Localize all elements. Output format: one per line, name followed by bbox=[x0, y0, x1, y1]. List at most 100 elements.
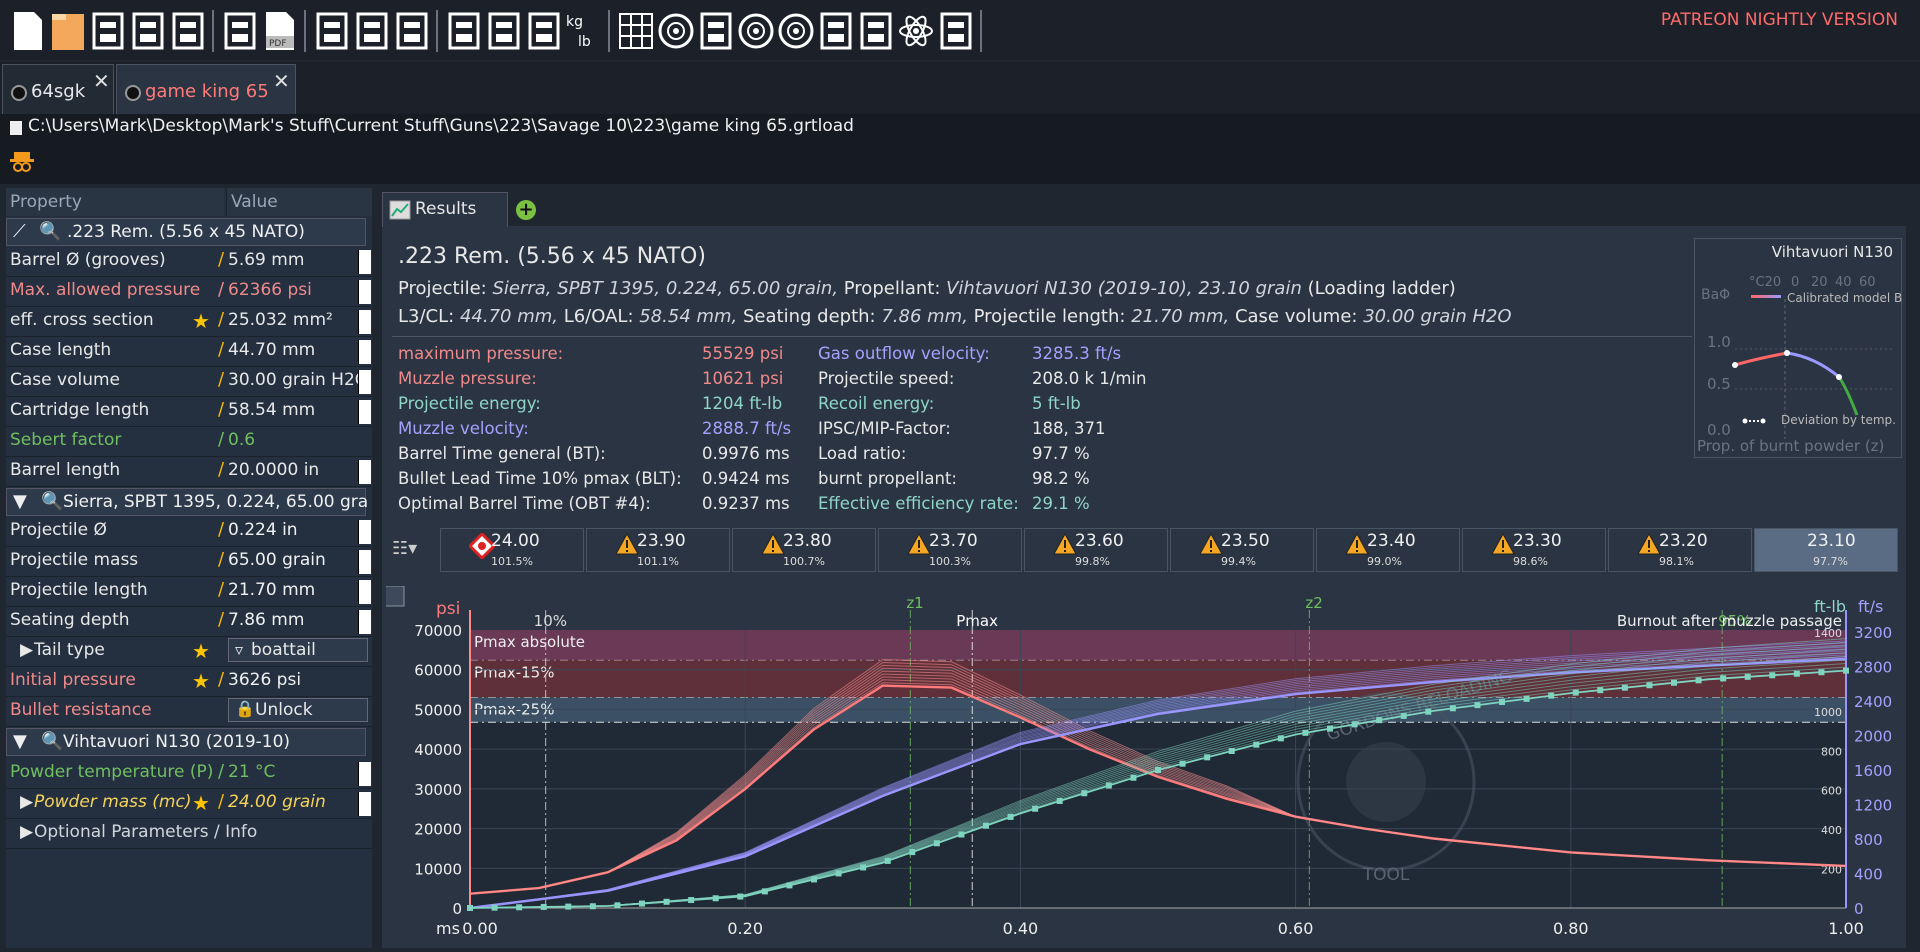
unlock-button[interactable]: 🔒 Unlock bbox=[228, 698, 368, 722]
property-row[interactable]: Case length/44.70 mm bbox=[6, 336, 372, 367]
property-value[interactable]: 30.00 grain H2O bbox=[228, 370, 368, 390]
ruler-icon[interactable] bbox=[358, 580, 371, 604]
ruler-icon[interactable] bbox=[358, 520, 371, 544]
initial-pressure-row[interactable]: Initial pressure ★ / 3626 psi bbox=[6, 666, 372, 697]
close-icon[interactable]: ✕ bbox=[93, 69, 110, 93]
unit-conversion-icon[interactable]: kg lb bbox=[564, 8, 604, 54]
optional-parameters-row[interactable]: ▶ Optional Parameters / Info bbox=[6, 818, 372, 849]
caliper-icon[interactable] bbox=[312, 8, 352, 54]
chevron-down-icon[interactable]: ▼ bbox=[13, 491, 27, 512]
add-tab-button[interactable]: + bbox=[516, 200, 536, 220]
powder-mass-value[interactable]: 24.00 grain bbox=[228, 792, 326, 812]
ruler-icon[interactable] bbox=[358, 550, 371, 574]
property-value[interactable]: 62366 psi bbox=[228, 280, 312, 300]
powder-temperature-row[interactable]: Powder temperature (P) / 21 °C bbox=[6, 758, 372, 789]
new-file-icon[interactable] bbox=[8, 8, 48, 54]
telescope-icon[interactable] bbox=[696, 8, 736, 54]
ruler-icon[interactable] bbox=[358, 610, 371, 634]
search-icon[interactable]: 🔍 bbox=[41, 491, 63, 512]
powder-bottle-icon[interactable] bbox=[524, 8, 564, 54]
ruler-icon[interactable] bbox=[358, 400, 371, 424]
ladder-cell[interactable]: 23.90 101.1% bbox=[586, 528, 730, 572]
cartridge-group[interactable]: ⟋ 🔍 .223 Rem. (5.56 x 45 NATO) bbox=[6, 218, 366, 246]
powder-group[interactable]: ▼ 🔍 Vihtavuori N130 (2019-10) bbox=[6, 728, 366, 756]
close-icon[interactable]: ✕ bbox=[273, 69, 290, 93]
property-row[interactable]: Case volume/30.00 grain H2O bbox=[6, 366, 372, 397]
powder-mini-chart[interactable]: Vihtavuori N130 BaΦ °C20 0 20 40 60 Cali… bbox=[1694, 238, 1902, 458]
ruler-icon[interactable] bbox=[358, 340, 371, 364]
reload-icon[interactable] bbox=[128, 8, 168, 54]
property-value[interactable]: 44.70 mm bbox=[228, 340, 315, 360]
obt-icon[interactable] bbox=[776, 8, 816, 54]
property-value[interactable]: 25.032 mm² bbox=[228, 310, 333, 330]
property-value[interactable]: 0.224 in bbox=[228, 520, 298, 540]
powder-mass-row[interactable]: ▶ Powder mass (mc) ★ / 24.00 grain bbox=[6, 788, 372, 819]
target-icon[interactable] bbox=[736, 8, 776, 54]
ruler-icon[interactable] bbox=[358, 460, 371, 484]
chevron-right-icon[interactable]: ▶ bbox=[20, 792, 33, 812]
property-value[interactable]: 7.86 mm bbox=[228, 610, 304, 630]
tail-type-select[interactable]: ▿ boattail bbox=[228, 638, 368, 662]
rifle-icon[interactable] bbox=[392, 8, 432, 54]
property-row[interactable]: Seating depth/7.86 mm bbox=[6, 606, 372, 637]
property-value[interactable]: 65.00 grain bbox=[228, 550, 326, 570]
tail-type-row[interactable]: ▶ Tail type ★ ▿ boattail bbox=[6, 636, 372, 667]
ladder-cell[interactable]: 23.40 99.0% bbox=[1316, 528, 1460, 572]
ladder-cell[interactable]: 23.50 99.4% bbox=[1170, 528, 1314, 572]
ladder-cell[interactable]: 23.60 99.8% bbox=[1024, 528, 1168, 572]
pdf-icon[interactable]: PDF bbox=[260, 8, 300, 54]
open-folder-icon[interactable] bbox=[48, 8, 88, 54]
report-icon[interactable] bbox=[352, 8, 392, 54]
property-value[interactable]: 58.54 mm bbox=[228, 400, 315, 420]
ladder-cell[interactable]: 23.10 97.7% bbox=[1754, 528, 1898, 572]
chevron-right-icon[interactable]: ▶ bbox=[20, 822, 33, 842]
ladder-cell[interactable]: 23.70 100.3% bbox=[878, 528, 1022, 572]
ruler-icon[interactable] bbox=[358, 370, 371, 394]
atom-icon[interactable] bbox=[896, 8, 936, 54]
tab-64sgk[interactable]: 64sgk ✕ bbox=[2, 64, 114, 115]
property-row[interactable]: Projectile mass/65.00 grain bbox=[6, 546, 372, 577]
property-value[interactable]: 21.70 mm bbox=[228, 580, 315, 600]
property-row[interactable]: Projectile length/21.70 mm bbox=[6, 576, 372, 607]
projectile-group[interactable]: ▼ 🔍 Sierra, SPBT 1395, 0.224, 65.00 grai… bbox=[6, 488, 369, 516]
search-icon[interactable]: 🔍 bbox=[39, 221, 61, 242]
property-row[interactable]: Sebert factor/0.6 bbox=[6, 426, 372, 457]
property-row[interactable]: eff. cross section ★/25.032 mm² bbox=[6, 306, 372, 337]
property-row[interactable]: Max. allowed pressure/62366 psi bbox=[6, 276, 372, 307]
ruler-icon[interactable] bbox=[358, 280, 371, 304]
tab-results[interactable]: Results bbox=[382, 192, 508, 227]
property-row[interactable]: Barrel length/20.0000 in bbox=[6, 456, 372, 487]
property-row[interactable]: Cartridge length/58.54 mm bbox=[6, 396, 372, 427]
ruler-icon[interactable] bbox=[358, 250, 371, 274]
property-value[interactable]: 20.0000 in bbox=[228, 460, 319, 480]
ruler-icon[interactable] bbox=[358, 310, 371, 334]
property-row[interactable]: Projectile Ø/0.224 in bbox=[6, 516, 372, 547]
chevron-right-icon[interactable]: ▶ bbox=[20, 640, 33, 660]
chip-icon[interactable] bbox=[936, 8, 976, 54]
ladder-cell[interactable]: 23.30 98.6% bbox=[1462, 528, 1606, 572]
property-value[interactable]: 0.6 bbox=[228, 430, 255, 450]
tab-game-king-65[interactable]: game king 65 ✕ bbox=[116, 64, 296, 115]
pressure-velocity-chart[interactable]: Pmax absolutePmax-15%Pmax-25%10%z1Pmaxz2… bbox=[386, 586, 1906, 948]
ladder-cell[interactable]: 23.20 98.1% bbox=[1608, 528, 1752, 572]
property-value[interactable]: 5.69 mm bbox=[228, 250, 304, 270]
book-icon[interactable] bbox=[856, 8, 896, 54]
grid-icon[interactable] bbox=[616, 8, 656, 54]
ladder-cell[interactable]: 24.00 101.5% bbox=[440, 528, 584, 572]
save-as-disk-icon[interactable] bbox=[220, 8, 260, 54]
cartridges-icon[interactable] bbox=[444, 8, 484, 54]
search-icon[interactable]: 🔍 bbox=[41, 731, 63, 752]
ladder-cell[interactable]: 23.80 100.7% bbox=[732, 528, 876, 572]
chevron-down-icon[interactable]: ▼ bbox=[13, 731, 27, 752]
case-icon[interactable] bbox=[484, 8, 524, 54]
property-row[interactable]: Barrel Ø (grooves)/5.69 mm bbox=[6, 246, 372, 277]
bullet-resistance-row[interactable]: Bullet resistance 🔒 Unlock bbox=[6, 696, 372, 727]
ladder-menu-icon[interactable]: ☷▾ bbox=[392, 538, 417, 559]
spy-icon[interactable] bbox=[10, 150, 34, 174]
ruler-icon[interactable] bbox=[358, 792, 371, 816]
ruler-icon[interactable] bbox=[358, 762, 371, 786]
initial-pressure-value[interactable]: 3626 psi bbox=[228, 670, 301, 690]
barrel-icon[interactable] bbox=[656, 8, 696, 54]
save-icon[interactable] bbox=[88, 8, 128, 54]
cleaning-icon[interactable] bbox=[816, 8, 856, 54]
